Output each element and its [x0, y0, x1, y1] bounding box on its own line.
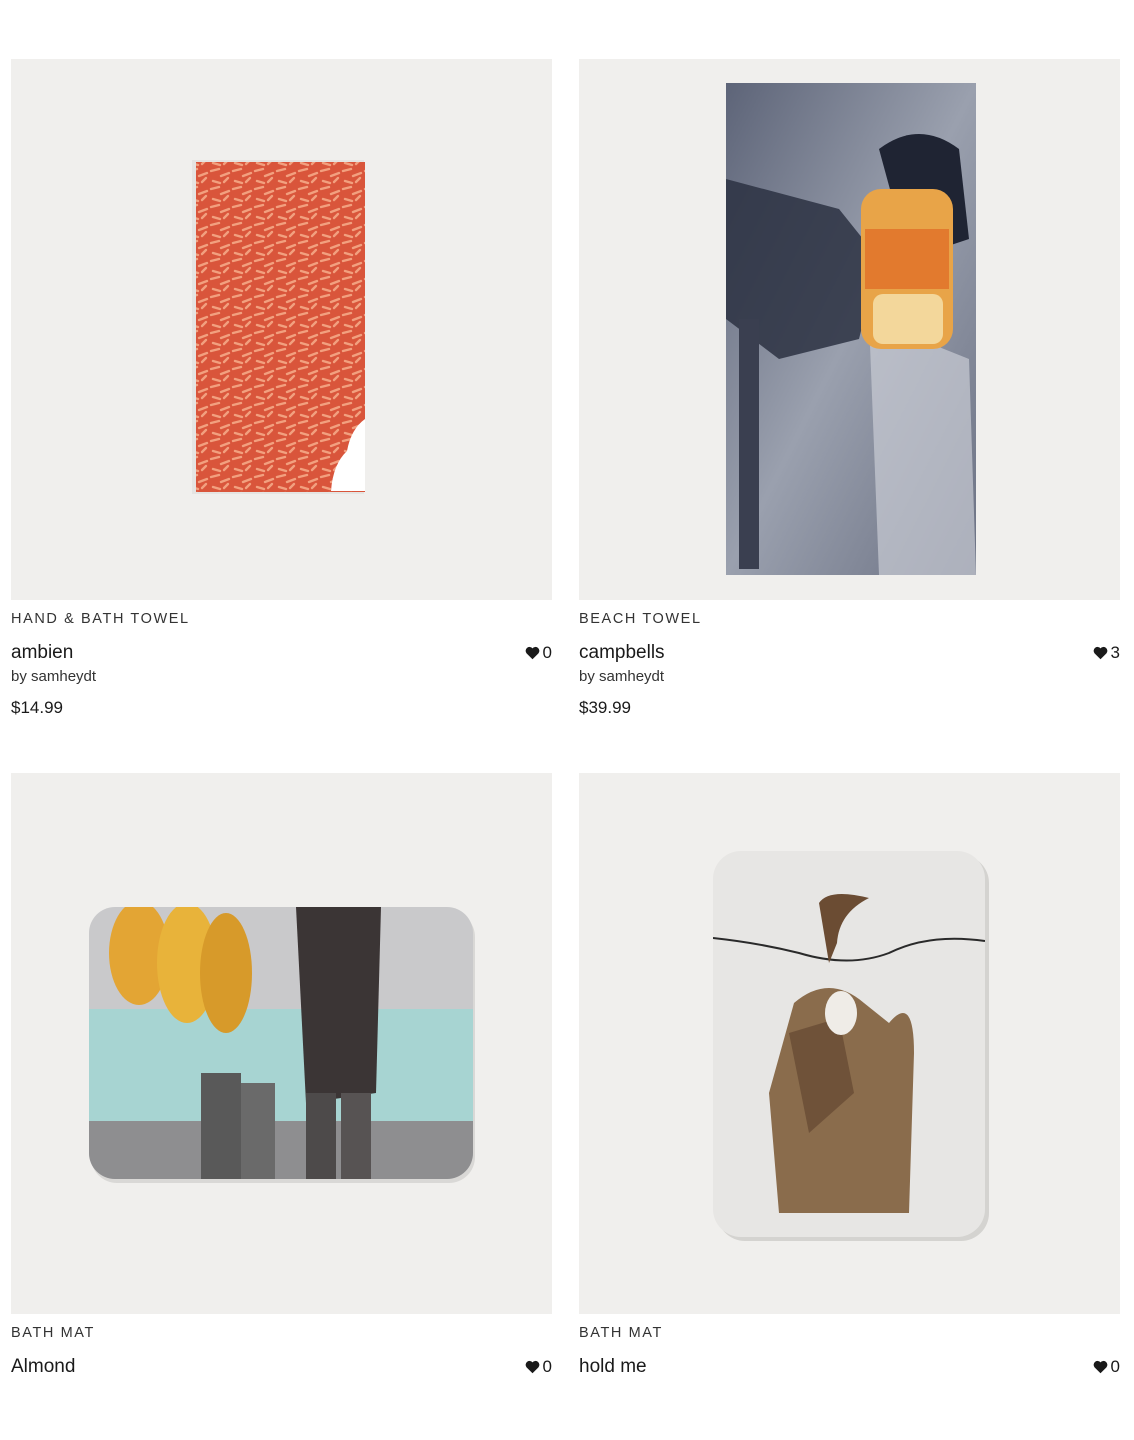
bath-mat-image — [89, 907, 475, 1183]
product-card[interactable]: BEACH TOWEL campbells 3 by samheydt $39.… — [579, 59, 1120, 718]
like-count: 3 — [1110, 643, 1120, 662]
artist-link[interactable]: by samheydt — [579, 668, 1120, 685]
like-count: 0 — [1110, 1357, 1120, 1376]
like-button[interactable]: 0 — [1093, 1357, 1120, 1377]
product-category: BATH MAT — [579, 1325, 663, 1341]
like-button[interactable]: 0 — [525, 1357, 552, 1377]
product-price: $39.99 — [579, 698, 631, 717]
artist-link[interactable]: by samheydt — [11, 668, 552, 685]
product-image[interactable] — [579, 59, 1120, 600]
hand-towel-image — [192, 160, 365, 494]
product-image[interactable] — [11, 773, 552, 1314]
like-button[interactable]: 0 — [525, 643, 552, 663]
heart-icon — [525, 646, 539, 660]
product-card[interactable]: BATH MAT Almond 0 — [11, 773, 552, 1378]
product-title[interactable]: campbells — [579, 642, 665, 664]
product-image[interactable] — [11, 59, 552, 600]
product-title[interactable]: hold me — [579, 1356, 647, 1378]
like-count: 0 — [542, 643, 552, 662]
bath-mat-image — [713, 851, 989, 1241]
product-title[interactable]: ambien — [11, 642, 73, 664]
product-category: HAND & BATH TOWEL — [11, 611, 190, 627]
product-image[interactable] — [579, 773, 1120, 1314]
like-button[interactable]: 3 — [1093, 643, 1120, 663]
product-title[interactable]: Almond — [11, 1356, 75, 1378]
beach-towel-image — [726, 83, 976, 575]
product-price: $14.99 — [11, 698, 63, 717]
heart-icon — [525, 1360, 539, 1374]
heart-icon — [1093, 646, 1107, 660]
product-category: BATH MAT — [11, 1325, 95, 1341]
product-category: BEACH TOWEL — [579, 611, 702, 627]
like-count: 0 — [542, 1357, 552, 1376]
product-card[interactable]: HAND & BATH TOWEL ambien 0 by samheydt $… — [11, 59, 552, 718]
heart-icon — [1093, 1360, 1107, 1374]
product-card[interactable]: BATH MAT hold me 0 — [579, 773, 1120, 1378]
